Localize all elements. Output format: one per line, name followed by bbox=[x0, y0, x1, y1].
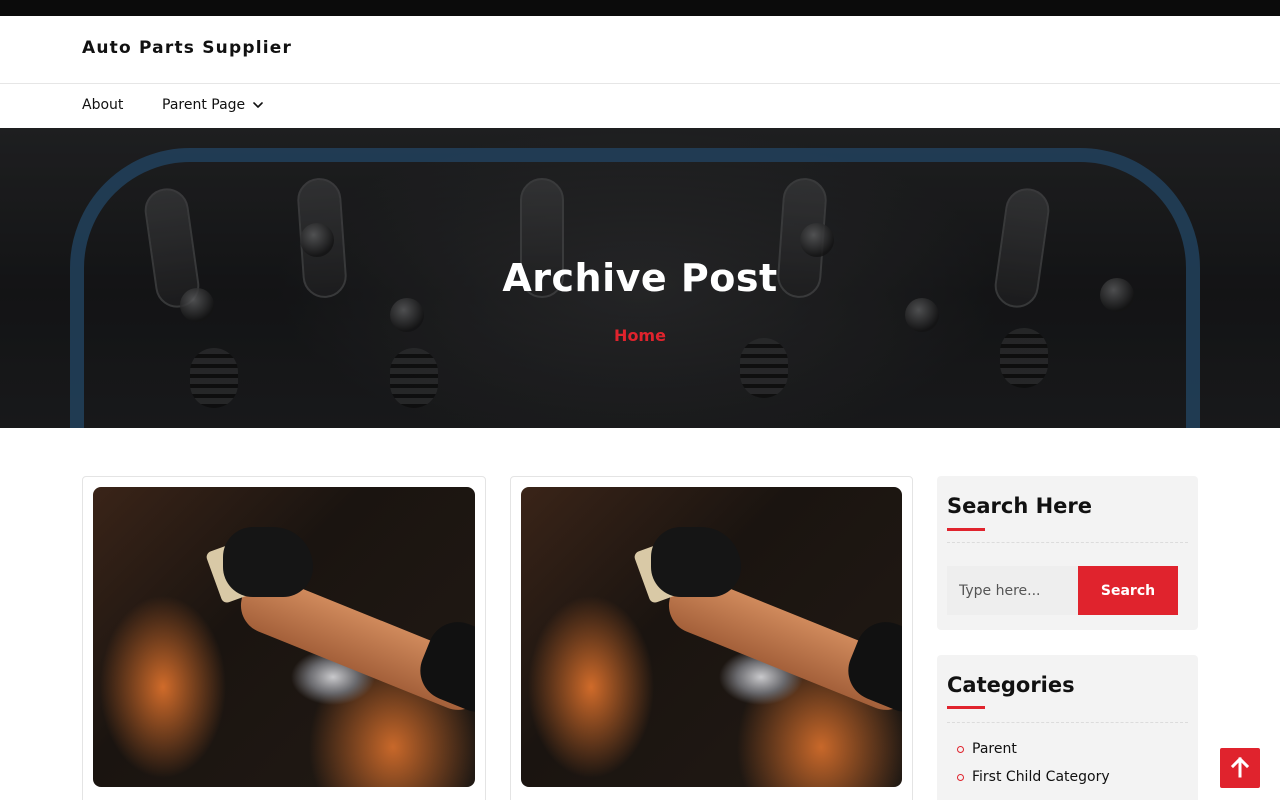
category-item[interactable]: Parent bbox=[947, 735, 1110, 763]
title-underline bbox=[947, 706, 985, 709]
search-widget: Search Here Search bbox=[937, 476, 1198, 630]
widget-title: Categories bbox=[947, 673, 1075, 697]
nav-item-about[interactable]: About bbox=[82, 97, 123, 113]
post-card bbox=[82, 476, 486, 800]
scroll-to-top-button[interactable] bbox=[1220, 748, 1260, 788]
page-hero-banner: Archive Post Home bbox=[0, 128, 1280, 428]
category-item[interactable]: First Child Category bbox=[947, 763, 1110, 791]
main-navigation: About Parent Page bbox=[0, 84, 1280, 128]
circle-bullet-icon bbox=[957, 774, 964, 781]
circle-bullet-icon bbox=[957, 746, 964, 753]
breadcrumb-home-link[interactable]: Home bbox=[0, 326, 1280, 345]
top-bar bbox=[0, 0, 1280, 16]
site-title-link[interactable]: Auto Parts Supplier bbox=[82, 38, 292, 58]
post-thumbnail-image[interactable] bbox=[93, 487, 475, 787]
search-input[interactable] bbox=[947, 566, 1078, 615]
chevron-down-icon bbox=[251, 98, 265, 112]
category-label: First Child Category bbox=[972, 769, 1110, 785]
site-header: Auto Parts Supplier bbox=[0, 16, 1280, 84]
category-label: Parent bbox=[972, 741, 1017, 757]
arrow-up-icon bbox=[1230, 756, 1250, 781]
widget-title: Search Here bbox=[947, 494, 1093, 518]
title-underline bbox=[947, 528, 985, 531]
categories-widget: Categories Parent First Child Category bbox=[937, 655, 1198, 800]
nav-item-label: Parent Page bbox=[162, 97, 246, 113]
category-list: Parent First Child Category bbox=[947, 735, 1110, 791]
image-detail bbox=[223, 527, 313, 597]
search-button[interactable]: Search bbox=[1078, 566, 1178, 615]
divider bbox=[947, 722, 1188, 723]
divider bbox=[947, 542, 1188, 543]
post-card bbox=[510, 476, 913, 800]
nav-item-parent-page[interactable]: Parent Page bbox=[162, 97, 265, 113]
image-detail bbox=[651, 527, 741, 597]
post-thumbnail-image[interactable] bbox=[521, 487, 902, 787]
page-title: Archive Post bbox=[502, 256, 778, 300]
